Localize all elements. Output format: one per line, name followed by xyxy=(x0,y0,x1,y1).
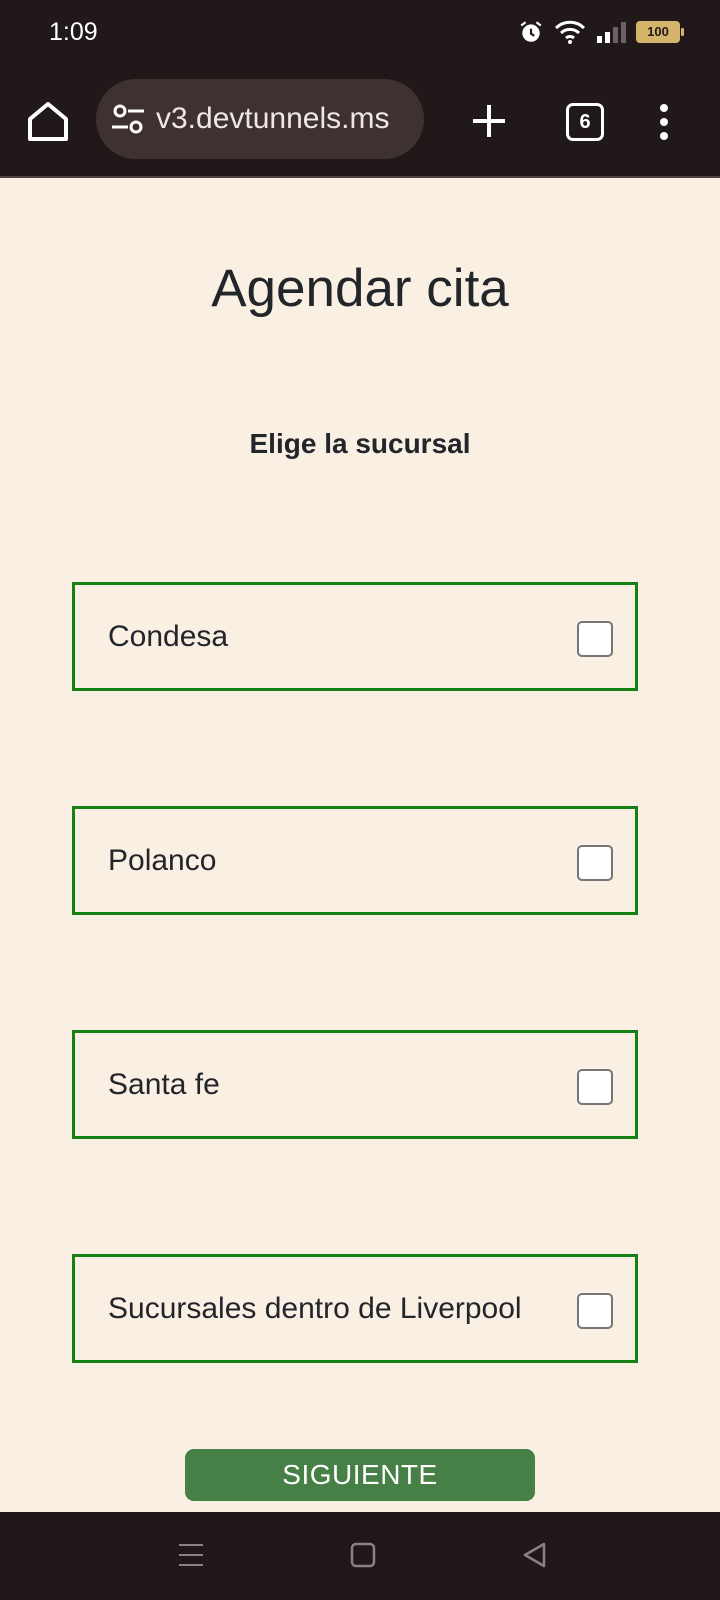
plus-icon[interactable] xyxy=(470,102,508,140)
url-text: v3.devtunnels.ms xyxy=(156,102,390,135)
signal-icon xyxy=(597,22,626,43)
checkbox[interactable] xyxy=(577,621,613,657)
browser-toolbar: v3.devtunnels.ms 6 xyxy=(0,66,720,178)
battery-icon: 100 xyxy=(636,21,684,43)
site-settings-icon[interactable] xyxy=(110,103,146,135)
wifi-icon xyxy=(554,20,586,44)
status-time: 1:09 xyxy=(49,18,98,46)
option-santa-fe[interactable]: Santa fe xyxy=(72,1030,638,1139)
page-title: Agendar cita xyxy=(211,259,509,318)
option-polanco[interactable]: Polanco xyxy=(72,806,638,915)
tabs-icon[interactable]: 6 xyxy=(566,103,604,141)
option-label: Polanco xyxy=(108,844,217,877)
option-condesa[interactable]: Condesa xyxy=(72,582,638,691)
page-content: Agendar cita Elige la sucursal Condesa P… xyxy=(0,178,720,1512)
more-vert-icon[interactable] xyxy=(652,102,676,142)
recents-icon[interactable] xyxy=(178,1542,204,1568)
home-square-icon[interactable] xyxy=(350,1542,376,1568)
option-label: Santa fe xyxy=(108,1068,220,1101)
checkbox[interactable] xyxy=(577,845,613,881)
status-icons: 100 xyxy=(518,18,684,46)
home-icon[interactable] xyxy=(24,99,72,143)
option-label: Condesa xyxy=(108,620,229,653)
option-label: Sucursales dentro de Liverpool xyxy=(108,1292,522,1325)
section-subtitle: Elige la sucursal xyxy=(249,428,471,459)
alarm-icon xyxy=(520,21,542,42)
address-bar[interactable]: v3.devtunnels.ms xyxy=(96,79,424,159)
status-bar: 1:09 100 xyxy=(0,0,720,66)
system-nav-bar xyxy=(0,1512,720,1600)
option-liverpool[interactable]: Sucursales dentro de Liverpool xyxy=(72,1254,638,1363)
checkbox[interactable] xyxy=(577,1069,613,1105)
checkbox[interactable] xyxy=(577,1293,613,1329)
next-button[interactable]: SIGUIENTE xyxy=(185,1449,535,1501)
back-icon[interactable] xyxy=(522,1542,548,1568)
